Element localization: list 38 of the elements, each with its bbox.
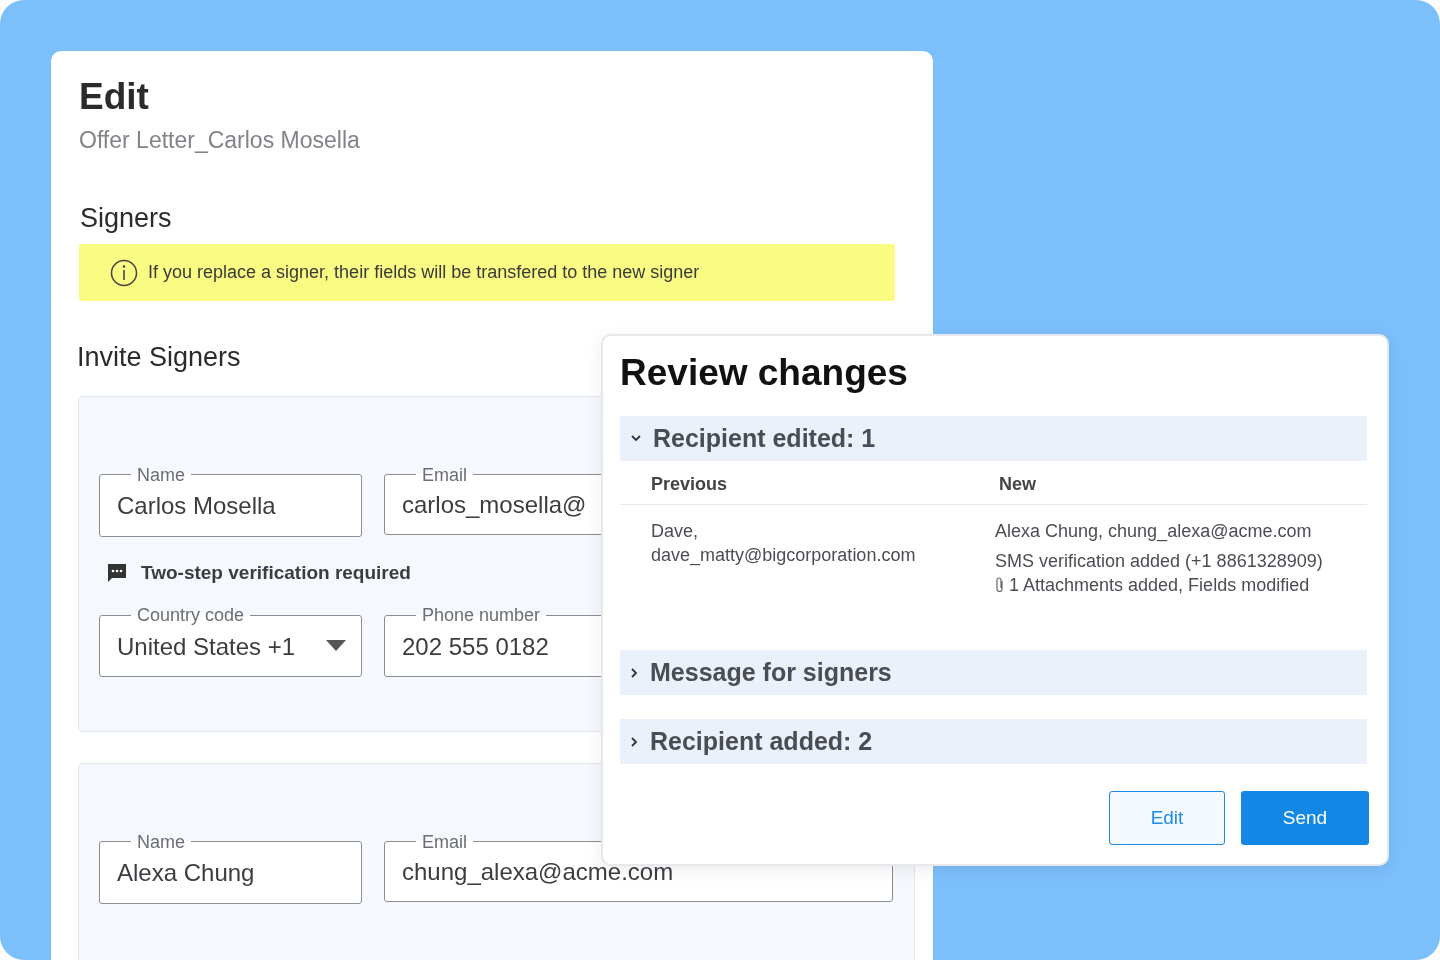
accordion-header[interactable]: Recipient edited: 1 <box>620 416 1367 461</box>
notice-text: If you replace a signer, their fields will be transfered to the new signer <box>148 261 700 284</box>
field-label: Country code <box>136 605 246 625</box>
dropdown-field[interactable]: Country code United States +1 <box>99 605 362 677</box>
field-label: Email <box>421 464 468 485</box>
chevron-down-icon <box>631 435 641 442</box>
field-label: Phone number <box>421 605 542 625</box>
send-button[interactable]: Send <box>1241 791 1369 845</box>
field-value: United States +1 <box>117 631 296 662</box>
page-title: Edit <box>79 75 150 119</box>
caret-icon <box>326 639 346 652</box>
field-value: Alexa Chung <box>117 858 255 888</box>
dialog-title: Review changes <box>620 351 909 395</box>
chevron-right-icon <box>631 667 638 678</box>
field-value: chung_alexa@acme.com <box>402 857 674 887</box>
accordion-header[interactable]: Message for signers <box>620 650 1367 695</box>
previous-value: Dave, <box>651 520 700 543</box>
new-value: 1 Attachments added, Fields modified <box>1009 574 1310 597</box>
field-label: Name <box>136 831 186 852</box>
field-value: carlos_mosella@ <box>402 490 587 520</box>
previous-value: dave_matty@bigcorporation.com <box>651 544 917 567</box>
info-icon <box>110 258 138 287</box>
field-label: Email <box>421 831 468 852</box>
new-value: Alexa Chung, chung_alexa@acme.com <box>995 520 1312 543</box>
verification-note: Two-step verification required <box>141 560 411 585</box>
field-value: 202 555 0182 <box>402 631 549 662</box>
section-heading: Invite Signers <box>77 341 241 374</box>
new-value: SMS verification added (+1 8861328909) <box>995 550 1323 573</box>
field-value: Carlos Mosella <box>117 491 276 521</box>
column-header: Previous <box>651 473 729 496</box>
accordion-header[interactable]: Recipient added: 2 <box>620 719 1367 764</box>
field-label: Name <box>136 464 186 485</box>
column-header: New <box>999 473 1037 496</box>
paperclip-icon <box>995 577 1005 593</box>
section-heading: Signers <box>80 201 173 235</box>
chat-icon <box>107 562 127 583</box>
document-name: Offer Letter_Carlos Mosella <box>79 126 361 155</box>
chevron-right-icon <box>631 736 638 747</box>
